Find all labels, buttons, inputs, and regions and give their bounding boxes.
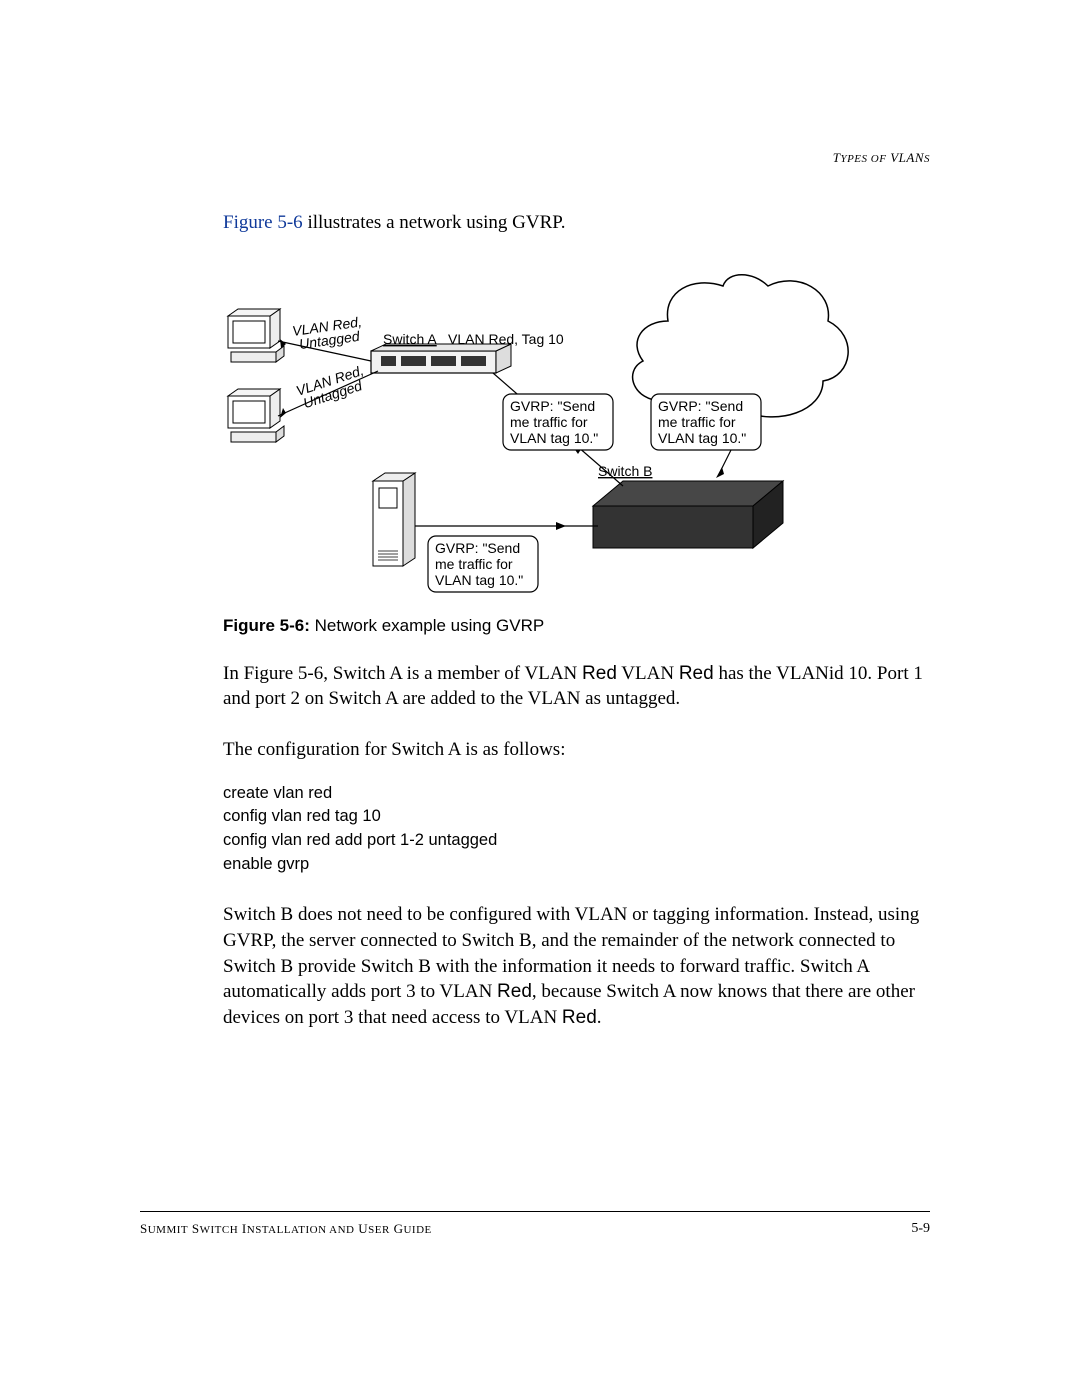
paragraph-1: In Figure 5-6, Switch A is a member of V…	[223, 661, 930, 712]
figure-link[interactable]: Figure 5-6	[223, 212, 303, 233]
footer-page-number: 5-9	[911, 1221, 930, 1237]
svg-text:me traffic for: me traffic for	[658, 414, 736, 430]
monitor-2-icon	[228, 389, 284, 442]
arrowhead	[556, 522, 566, 530]
figure-caption: Figure 5-6: Network example using GVRP	[223, 616, 863, 636]
arrowhead	[280, 408, 286, 418]
switch-b	[593, 481, 783, 548]
footer-rule	[140, 1211, 930, 1212]
switch-a	[371, 344, 511, 373]
gvrp-box-left: GVRP: "Send me traffic for VLAN tag 10."	[503, 394, 613, 450]
caption-bold: Figure 5-6:	[223, 616, 310, 635]
paragraph-3: Switch B does not need to be configured …	[223, 902, 930, 1030]
network-diagram-svg: GVRP: "Send me traffic for VLAN tag 10."…	[223, 266, 863, 606]
server-icon	[373, 473, 415, 566]
gvrp-box-right: GVRP: "Send me traffic for VLAN tag 10."	[651, 394, 761, 450]
caption-rest: Network example using GVRP	[310, 616, 544, 635]
header-vlans: VLANS	[890, 150, 930, 165]
header-section: TYPES OF VLANS	[833, 150, 930, 166]
intro-paragraph: Figure 5-6 illustrates a network using G…	[223, 210, 930, 236]
svg-text:GVRP: "Send: GVRP: "Send	[510, 398, 595, 414]
svg-text:VLAN tag 10.": VLAN tag 10."	[658, 430, 746, 446]
svg-text:me traffic for: me traffic for	[435, 556, 513, 572]
gvrp-box-bottom: GVRP: "Send me traffic for VLAN tag 10."	[428, 536, 538, 592]
vlan-red-untagged-1: VLAN Red, Untagged	[291, 312, 368, 352]
arrowhead	[716, 467, 724, 478]
paragraph-2: The configuration for Switch A is as fol…	[223, 737, 930, 763]
monitor-1-icon	[228, 309, 284, 362]
header-types: TYPES OF	[833, 150, 890, 165]
svg-text:GVRP: "Send: GVRP: "Send	[435, 540, 520, 556]
svg-text:VLAN tag 10.": VLAN tag 10."	[435, 572, 523, 588]
intro-rest: illustrates a network using GVRP.	[303, 212, 566, 233]
vlan-red-untagged-2: VLAN Red, Untagged	[294, 360, 374, 411]
svg-text:me traffic for: me traffic for	[510, 414, 588, 430]
svg-text:GVRP: "Send: GVRP: "Send	[658, 398, 743, 414]
footer-left: SUMMIT SWITCH INSTALLATION AND USER GUID…	[140, 1221, 432, 1237]
svg-text:VLAN tag 10.": VLAN tag 10."	[510, 430, 598, 446]
vlan-red-tag10-label: VLAN Red, Tag 10	[448, 331, 564, 347]
figure-5-6: GVRP: "Send me traffic for VLAN tag 10."…	[223, 266, 863, 636]
code-block: create vlan red config vlan red tag 10 c…	[223, 782, 930, 878]
switch-a-label: Switch A	[383, 331, 437, 347]
